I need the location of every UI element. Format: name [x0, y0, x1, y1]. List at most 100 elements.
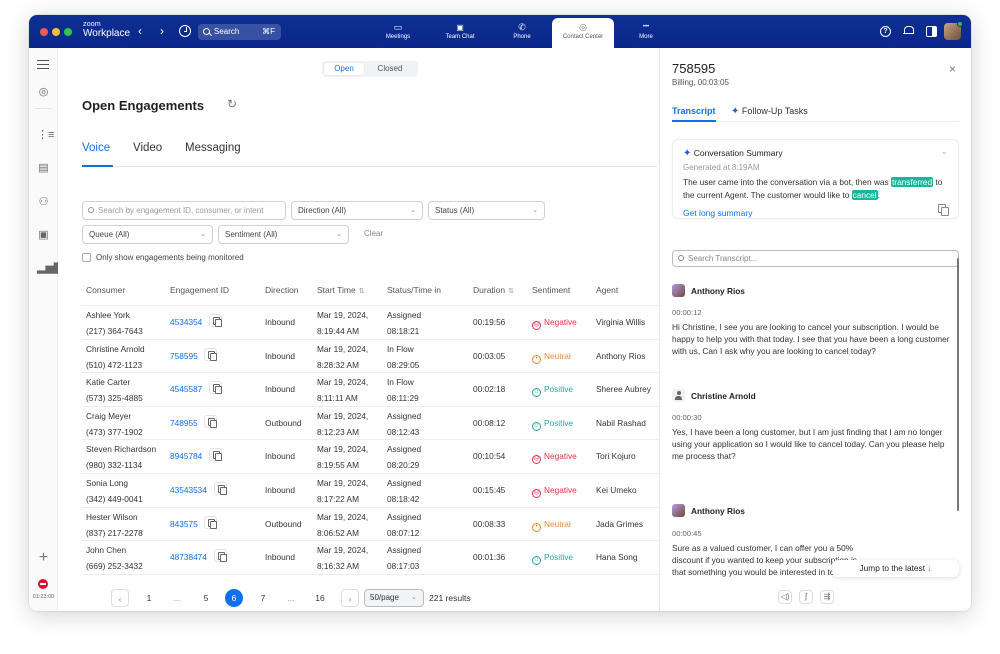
- sentiment-positive-icon: ☺: [532, 388, 541, 398]
- end-call-icon[interactable]: [38, 579, 48, 589]
- refresh-icon[interactable]: ↻: [227, 97, 237, 111]
- summary-highlight: cancel: [851, 189, 878, 200]
- notifications-icon[interactable]: [903, 25, 914, 36]
- page-7-button[interactable]: 7: [254, 589, 272, 607]
- prev-page-button[interactable]: ‹: [111, 589, 129, 607]
- clear-filters-button[interactable]: Clear: [364, 229, 383, 238]
- users-icon[interactable]: ⚇: [37, 196, 50, 209]
- agent-avatar: [672, 284, 685, 297]
- copy-icon[interactable]: [214, 549, 227, 563]
- side-panel-icon[interactable]: [926, 26, 937, 37]
- tab-video[interactable]: Video: [133, 142, 162, 167]
- table-row[interactable]: John Chen (669) 252-3432 48738474 Inboun…: [82, 541, 659, 575]
- status-label: Assigned: [387, 511, 422, 522]
- table-row[interactable]: Katie Carter (573) 325-4885 4545587 Inbo…: [82, 373, 659, 407]
- engagement-id-link[interactable]: 43543534: [170, 482, 207, 498]
- table-row[interactable]: Christine Arnold (510) 472-1123 758595 I…: [82, 340, 659, 374]
- per-page-select[interactable]: 50/page ⌄: [364, 589, 424, 607]
- engagement-id-link[interactable]: 748955: [170, 415, 198, 431]
- jump-to-latest-button[interactable]: Jump to the latest ↓: [832, 560, 959, 577]
- tab-voice[interactable]: Voice: [82, 142, 113, 167]
- menu-icon[interactable]: [37, 60, 49, 69]
- add-icon[interactable]: +: [37, 550, 50, 566]
- page-1-button[interactable]: 1: [140, 589, 158, 607]
- search-label: Search: [214, 27, 240, 36]
- engagement-id-link[interactable]: 758595: [170, 348, 198, 364]
- page-16-button[interactable]: 16: [311, 589, 329, 607]
- app-window: zoom Workplace ‹ › Search ⌘F ▭ Meetings …: [29, 15, 971, 611]
- copy-icon[interactable]: [204, 347, 217, 361]
- tab-more[interactable]: ••• More: [617, 18, 675, 48]
- consumer-name: Sonia Long: [86, 478, 128, 488]
- engagement-id-link[interactable]: 843575: [170, 516, 198, 532]
- copy-icon[interactable]: [214, 482, 227, 495]
- tab-phone[interactable]: ✆ Phone: [493, 18, 551, 48]
- table-row[interactable]: Hester Wilson (837) 217-2278 843575 Outb…: [82, 508, 659, 542]
- engagement-id-link[interactable]: 4545587: [170, 381, 202, 397]
- status-select[interactable]: Status (All) ⌄: [428, 201, 545, 220]
- tab-follow-up-tasks[interactable]: ✦ Follow-Up Tasks: [731, 106, 808, 122]
- user-avatar[interactable]: [944, 21, 963, 40]
- status-time: 08:17:03: [387, 561, 420, 572]
- close-icon[interactable]: ×: [949, 62, 956, 76]
- sentiment-value: Sentiment (All): [225, 230, 278, 239]
- close-window-button[interactable]: [40, 28, 48, 36]
- search-placeholder: Search by engagement ID, consumer, or in…: [98, 206, 264, 215]
- global-search[interactable]: Search ⌘F: [198, 24, 281, 40]
- tab-transcript[interactable]: Transcript: [672, 106, 716, 122]
- page-6-button[interactable]: 6: [225, 589, 243, 607]
- table-row[interactable]: Sonia Long (342) 449-0041 43543534 Inbou…: [82, 474, 659, 508]
- copy-icon[interactable]: [938, 204, 949, 216]
- engagement-id-link[interactable]: 8945784: [170, 448, 202, 464]
- contact-center-icon[interactable]: ◎: [37, 86, 50, 99]
- barge-icon[interactable]: ⇶: [820, 590, 834, 604]
- copy-icon[interactable]: [209, 381, 222, 395]
- engagement-id-title: 758595: [672, 61, 716, 76]
- engagement-search-input[interactable]: Search by engagement ID, consumer, or in…: [82, 201, 286, 220]
- col-duration[interactable]: Duration ⇅: [473, 285, 514, 295]
- queue-select[interactable]: Queue (All) ⌄: [82, 225, 213, 244]
- tab-messaging[interactable]: Messaging: [185, 142, 241, 167]
- table-row[interactable]: Craig Meyer (473) 377-1902 748955 Outbou…: [82, 407, 659, 441]
- direction-select[interactable]: Direction (All) ⌄: [291, 201, 423, 220]
- col-start-time[interactable]: Start Time ⇅: [317, 285, 365, 295]
- monitored-checkbox[interactable]: [82, 253, 91, 262]
- segment-open[interactable]: Open: [324, 63, 364, 75]
- sort-icon[interactable]: ⇅: [508, 288, 514, 295]
- transcript-scrollbar[interactable]: [957, 258, 959, 511]
- tab-team-chat[interactable]: ▣ Team Chat: [431, 18, 489, 48]
- next-page-button[interactable]: ›: [341, 589, 359, 607]
- inbox-icon[interactable]: ▤: [37, 162, 50, 175]
- col-sentiment: Sentiment: [532, 285, 571, 295]
- copy-icon[interactable]: [209, 314, 222, 327]
- tab-meetings[interactable]: ▭ Meetings: [369, 18, 427, 48]
- contact-card-icon[interactable]: ▣: [37, 229, 50, 242]
- sentiment-select[interactable]: Sentiment (All) ⌄: [218, 225, 349, 244]
- agent-cell: Jada Grimes: [596, 518, 644, 529]
- flow-icon[interactable]: ⋮≡: [37, 129, 54, 142]
- table-row[interactable]: Ashlee York (217) 364-7643 4534354 Inbou…: [82, 306, 659, 340]
- analytics-icon[interactable]: ▂▅▇: [37, 262, 62, 275]
- back-button[interactable]: ‹: [138, 25, 142, 37]
- collapse-chevron-icon[interactable]: ⌄: [940, 146, 948, 157]
- sort-icon[interactable]: ⇅: [359, 288, 365, 295]
- call-timer: 01:23:00: [32, 594, 55, 600]
- tab-contact-center[interactable]: ◎ Contact Center: [552, 18, 614, 48]
- copy-icon[interactable]: [209, 448, 222, 462]
- whisper-icon[interactable]: ʃ: [799, 590, 813, 604]
- transcript-search-input[interactable]: Search Transcript...: [672, 250, 959, 267]
- history-icon[interactable]: [179, 25, 191, 37]
- get-long-summary-link[interactable]: Get long summary: [683, 208, 752, 218]
- table-row[interactable]: Steven Richardson (980) 332-1134 8945784…: [82, 440, 659, 474]
- engagement-id-link[interactable]: 48738474: [170, 549, 207, 565]
- copy-icon[interactable]: [204, 515, 217, 529]
- minimize-window-button[interactable]: [52, 28, 60, 36]
- page-5-button[interactable]: 5: [197, 589, 215, 607]
- help-icon[interactable]: ?: [880, 26, 891, 37]
- forward-button[interactable]: ›: [160, 25, 164, 37]
- listen-icon[interactable]: ◁): [778, 590, 792, 604]
- copy-icon[interactable]: [204, 414, 217, 428]
- segment-closed[interactable]: Closed: [366, 63, 414, 75]
- maximize-window-button[interactable]: [64, 28, 72, 36]
- engagement-id-link[interactable]: 4534354: [170, 314, 202, 330]
